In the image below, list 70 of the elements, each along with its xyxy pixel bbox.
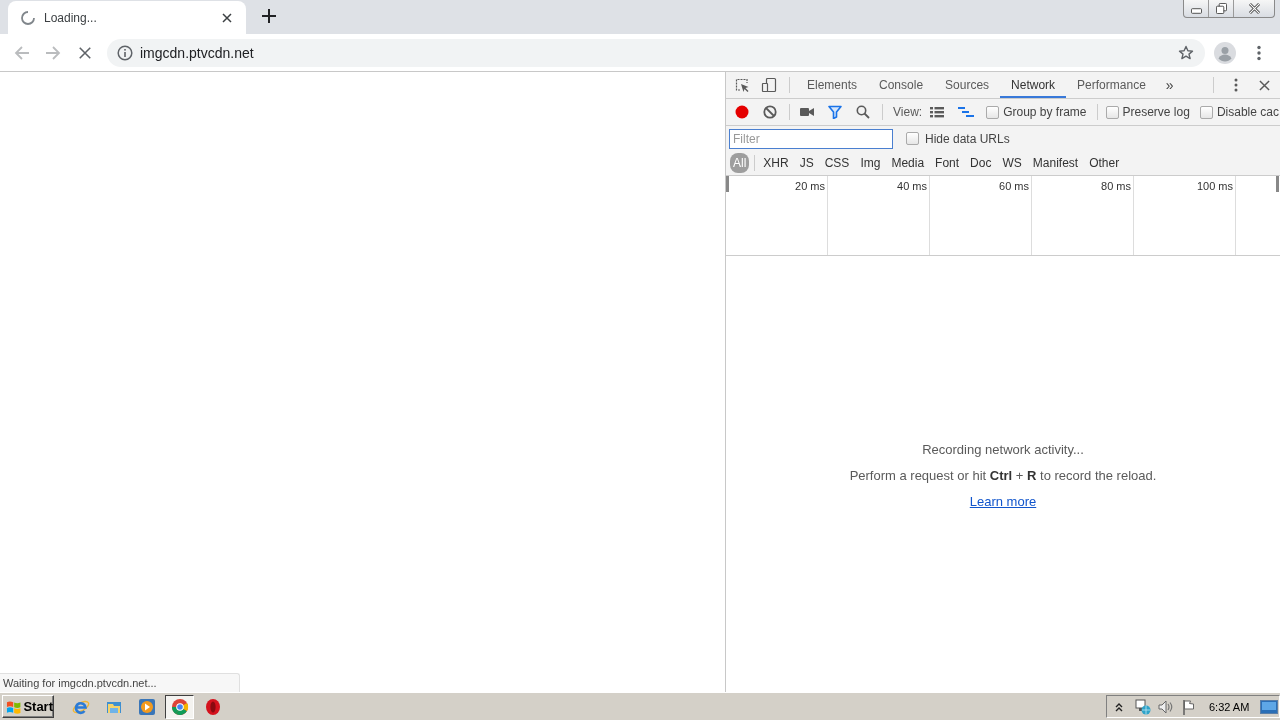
ring-logo-icon xyxy=(170,697,189,716)
recording-message: Recording network activity... xyxy=(922,442,1084,457)
menu-icon[interactable] xyxy=(1257,44,1261,61)
filter-icon[interactable] xyxy=(828,105,842,119)
devtools-tab[interactable]: Sources xyxy=(934,72,1001,98)
close-tab-icon[interactable] xyxy=(222,12,232,23)
network-icon[interactable] xyxy=(1135,698,1151,715)
letter-o-icon xyxy=(203,697,222,716)
volume-icon[interactable] xyxy=(1158,698,1174,715)
flag-icon[interactable] xyxy=(1181,698,1197,715)
new-tab-icon[interactable] xyxy=(262,9,276,23)
search-icon[interactable] xyxy=(856,105,870,119)
minimize-icon xyxy=(1190,7,1202,14)
hint-text: Perform a request or hit Ctrl + R to record the reload. xyxy=(849,468,1157,483)
bookmark-star-icon[interactable] xyxy=(1178,44,1194,61)
show-hidden-icons-icon[interactable] xyxy=(1115,701,1123,712)
checkbox[interactable] xyxy=(986,105,1000,119)
clock[interactable]: 6:32 AM xyxy=(1209,700,1250,713)
overview-handle[interactable] xyxy=(726,176,729,192)
start-button[interactable]: Start xyxy=(2,695,54,718)
type-filter[interactable]: Manifest xyxy=(1027,154,1084,172)
tick-label: 40 ms xyxy=(897,180,927,192)
type-filter[interactable]: WS xyxy=(997,154,1027,172)
type-filter[interactable]: Media xyxy=(886,154,930,172)
type-filter[interactable]: Img xyxy=(855,154,886,172)
checkbox[interactable] xyxy=(1199,105,1213,119)
list-icon[interactable] xyxy=(930,106,945,118)
restore-icon xyxy=(1215,3,1227,14)
type-filter[interactable]: JS xyxy=(794,154,819,172)
clear-icon[interactable] xyxy=(763,105,777,119)
info-icon[interactable] xyxy=(117,44,133,61)
status-bubble: Waiting for imgcdn.ptvcdn.net... xyxy=(0,673,240,692)
tick-label: 80 ms xyxy=(1101,180,1131,192)
learn-more-link[interactable]: Learn more xyxy=(969,494,1037,509)
checkbox-label[interactable]: Group by frame xyxy=(1003,105,1087,119)
devtools-tab[interactable]: Console xyxy=(868,72,935,98)
device-icon[interactable] xyxy=(761,77,777,93)
devtools-tab[interactable]: Performance xyxy=(1066,72,1157,98)
devtools-tab[interactable]: Elements xyxy=(796,72,869,98)
checkbox[interactable] xyxy=(906,132,919,145)
show-desktop-icon[interactable] xyxy=(1260,699,1278,714)
play-icon xyxy=(137,697,156,716)
record-icon[interactable] xyxy=(735,105,749,119)
checkbox[interactable] xyxy=(1105,105,1119,119)
more-tabs-button[interactable]: » xyxy=(1156,72,1183,98)
type-filter[interactable]: XHR xyxy=(758,154,794,172)
taskbar-button[interactable] xyxy=(165,694,194,719)
tick-label: 60 ms xyxy=(999,180,1029,192)
checkbox-label[interactable]: Preserve log xyxy=(1122,105,1190,119)
type-filter[interactable]: Other xyxy=(1084,154,1125,172)
overview-handle[interactable] xyxy=(1276,176,1279,192)
browser-tab[interactable]: Loading... xyxy=(8,1,246,34)
tick-label: 20 ms xyxy=(795,180,825,192)
type-filter[interactable]: Font xyxy=(930,154,965,172)
checkbox-label[interactable]: Hide data URLs xyxy=(925,131,1010,146)
close-icon[interactable] xyxy=(1259,79,1270,91)
camera-icon[interactable] xyxy=(800,107,814,117)
type-filter[interactable]: CSS xyxy=(819,154,855,172)
more-options-icon[interactable] xyxy=(1234,78,1238,92)
avatar-icon[interactable] xyxy=(1214,41,1236,64)
filter-field[interactable]: Filter xyxy=(729,128,893,149)
type-filter[interactable]: Doc xyxy=(965,154,997,172)
address-bar[interactable]: imgcdn.ptvcdn.net xyxy=(107,38,1205,67)
view-label: View: xyxy=(893,105,923,119)
inspect-icon[interactable] xyxy=(734,77,750,93)
tick-label: 100 ms xyxy=(1196,180,1233,192)
checkbox-label[interactable]: Disable cac xyxy=(1216,105,1279,119)
waterfall-icon[interactable] xyxy=(958,106,975,118)
stop-icon[interactable] xyxy=(78,45,92,60)
close-icon xyxy=(1248,3,1260,14)
